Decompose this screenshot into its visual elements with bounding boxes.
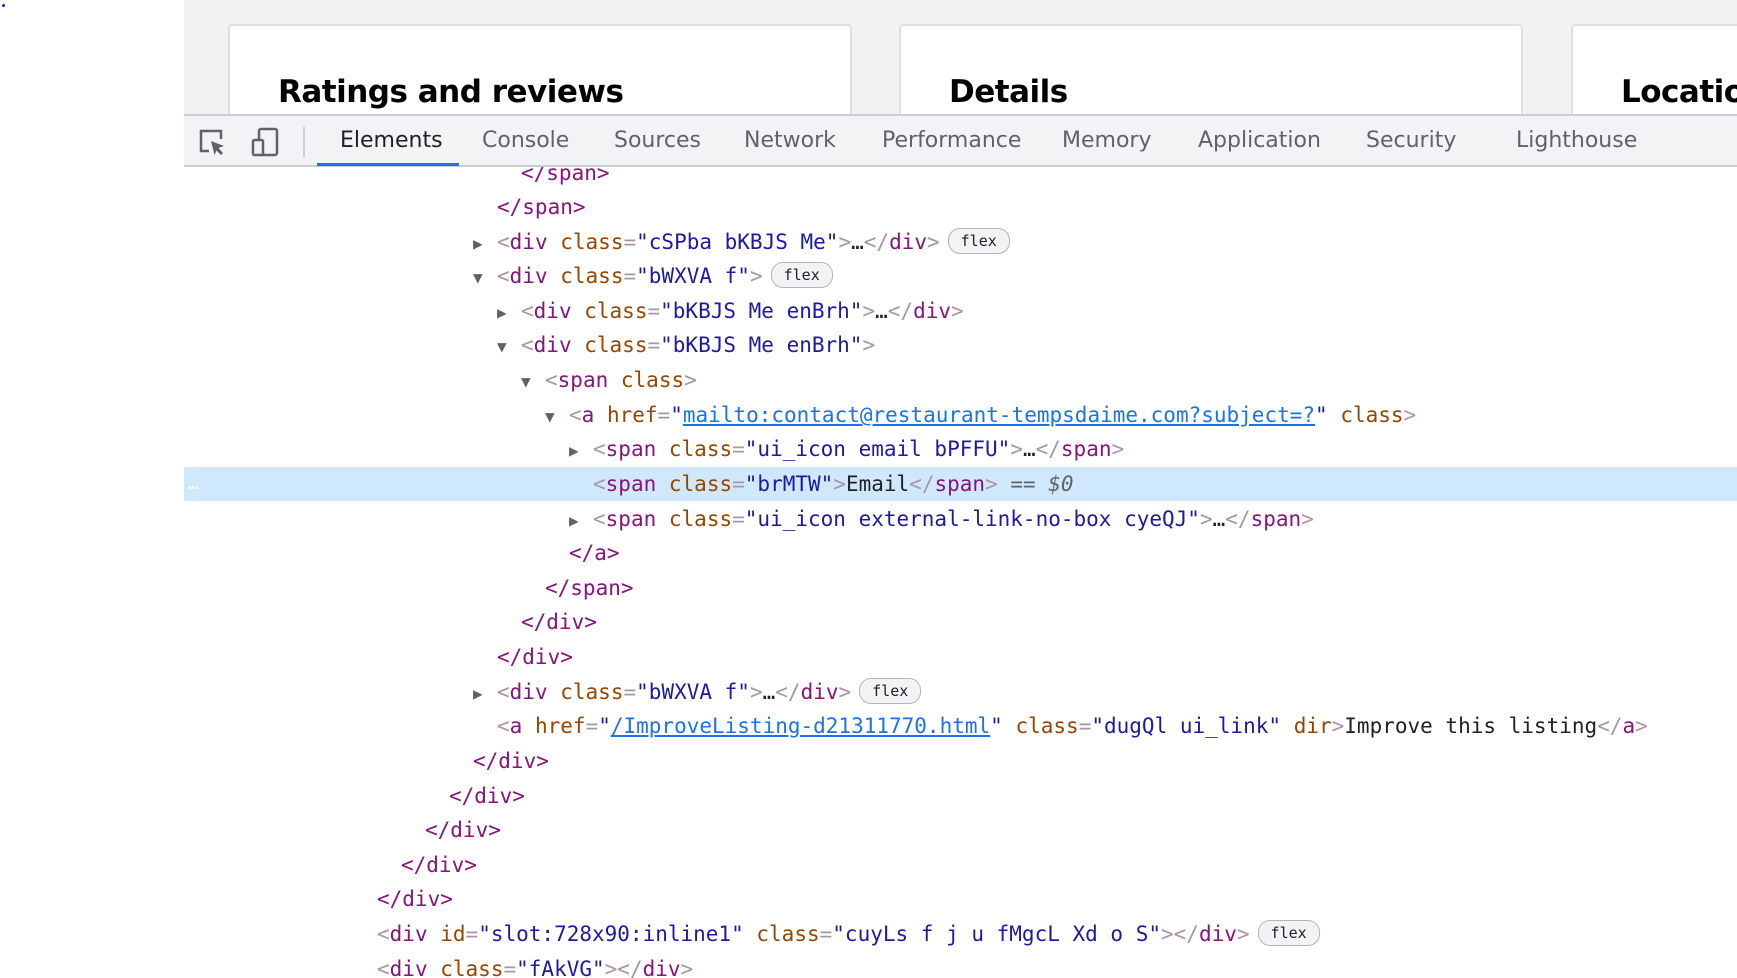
closing-tag: </span> [545,576,634,600]
closing-tag: </a> [569,541,620,565]
tab-network[interactable]: Network [744,116,836,165]
attr-value[interactable]: ui_icon external-link-no-box cyeQJ [757,507,1187,531]
active-tab-indicator [317,163,459,166]
flex-badge[interactable]: flex [859,678,922,704]
dom-node-line[interactable]: ▶ <div class="cSPba bKBJS Me">…</div> flex [184,225,1737,259]
elements-panel: </span> </span> ▶ <div class="cSPba bKBJS… [184,167,1737,978]
dom-node-line[interactable]: </div> [184,640,1737,674]
closing-tag: </div> [497,645,573,669]
location-heading: Locatio [1621,74,1737,110]
attr-value[interactable]: cSPba bKBJS Me [649,230,826,254]
attr-value[interactable]: brMTW [757,472,820,496]
closing-tag: </div> [449,784,525,808]
dom-node-line[interactable]: ▼ <a href="mailto:contact@restaurant-temp… [184,398,1737,432]
dom-node-line[interactable]: </div> [184,848,1737,882]
attr-value[interactable]: cuyLs f j u fMgcL Xd o S [845,922,1148,946]
tab-elements[interactable]: Elements [340,116,443,165]
dom-node-line[interactable]: ▼ <div class="bWXVA f"> flex [184,259,1737,293]
dom-node-line[interactable]: </div> [184,779,1737,813]
dom-node-line[interactable]: ▼ <div class="bKBJS Me enBrh"> [184,328,1737,362]
flex-badge[interactable]: flex [947,228,1010,254]
location-card: Locatio [1571,24,1737,114]
dom-node-line[interactable]: </span> [184,571,1737,605]
tab-application[interactable]: Application [1198,116,1321,165]
tab-console[interactable]: Console [482,116,569,165]
expand-triangle-icon[interactable]: ▶ [569,434,593,468]
collapse-triangle-icon[interactable]: ▼ [545,400,569,434]
inspect-element-icon[interactable] [197,127,227,157]
devtools-toolbar: Elements Console Sources Network Perform… [184,114,1737,167]
ratings-card: Ratings and reviews [228,24,852,114]
flex-badge[interactable]: flex [770,262,833,288]
dom-node-line[interactable]: <div class="fAkVG"></div> [184,952,1737,978]
closing-tag: </div> [473,749,549,773]
dom-node-line[interactable]: ▶ <div class="bKBJS Me enBrh">…</div> [184,294,1737,328]
tab-sources[interactable]: Sources [614,116,701,165]
more-options-icon[interactable]: … [188,467,199,501]
closing-tag: </span> [521,167,610,185]
closing-tag: </span> [497,195,586,219]
expand-triangle-icon[interactable]: ▶ [473,677,497,711]
closing-tag: </div> [425,818,501,842]
dom-node-line[interactable]: <a href="/ImproveListing-d21311770.html"… [184,709,1737,743]
collapse-triangle-icon[interactable]: ▼ [521,365,545,399]
closing-tag: </div> [377,887,453,911]
device-toolbar-icon[interactable] [250,127,280,157]
node-text[interactable]: Improve this listing [1344,714,1597,738]
improve-listing-link[interactable]: /ImproveListing-d21311770.html [611,714,990,738]
dom-node-line[interactable]: ▶ <div class="bWXVA f">…</div> flex [184,675,1737,709]
expand-triangle-icon[interactable]: ▶ [473,227,497,261]
attr-value[interactable]: ui_icon email bPFFU [757,437,997,461]
closing-tag: </div> [401,853,477,877]
dom-node-line[interactable]: </span> [184,167,1737,190]
dom-node-line[interactable]: </div> [184,605,1737,639]
attr-value[interactable]: fAkVG [529,957,592,978]
collapse-triangle-icon[interactable]: ▼ [473,261,497,295]
flex-badge[interactable]: flex [1257,920,1320,946]
attr-value[interactable]: slot:728x90:inline1 [491,922,731,946]
tab-memory[interactable]: Memory [1062,116,1151,165]
attr-value[interactable]: bWXVA f [649,264,738,288]
page-viewport: Ratings and reviews Details Locatio [184,0,1737,114]
dom-node-line[interactable]: </div> [184,744,1737,778]
details-heading: Details [949,74,1068,110]
dom-node-line[interactable]: </a> [184,536,1737,570]
attr-value[interactable]: bKBJS Me enBrh [673,333,850,357]
dom-node-line[interactable]: <div id="slot:728x90:inline1" class="cuy… [184,917,1737,951]
expand-triangle-icon[interactable]: ▶ [497,296,521,330]
tab-lighthouse[interactable]: Lighthouse [1516,116,1637,165]
attr-value[interactable]: bKBJS Me enBrh [673,299,850,323]
dom-node-line[interactable]: </div> [184,882,1737,916]
mailto-link[interactable]: mailto:contact@restaurant-tempsdaime.com… [683,403,1315,427]
console-ref: == $0 [1010,472,1074,496]
collapse-triangle-icon[interactable]: ▼ [497,330,521,364]
details-card: Details [899,24,1523,114]
blank-margin [0,0,184,978]
dom-node-line[interactable]: ▶ <span class="ui_icon email bPFFU">…</sp… [184,432,1737,466]
attr-value[interactable]: dugQl ui_link [1104,714,1268,738]
expand-triangle-icon[interactable]: ▶ [569,504,593,538]
dom-node-line[interactable]: ▼ <span class> [184,363,1737,397]
dom-node-line[interactable]: ▶ <span class="ui_icon external-link-no-b… [184,502,1737,536]
ratings-heading: Ratings and reviews [278,74,624,110]
closing-tag: </div> [521,610,597,634]
toolbar-separator [303,127,305,157]
tab-security[interactable]: Security [1366,116,1456,165]
node-text[interactable]: Email [846,472,909,496]
attr-value[interactable]: bWXVA f [649,680,738,704]
dom-node-line[interactable]: </div> [184,813,1737,847]
stray-dot [2,4,5,7]
tab-performance[interactable]: Performance [882,116,1021,165]
dom-node-line[interactable]: </span> [184,190,1737,224]
selected-dom-node[interactable]: … <span class="brMTW">Email</span> == $0 [184,467,1737,501]
